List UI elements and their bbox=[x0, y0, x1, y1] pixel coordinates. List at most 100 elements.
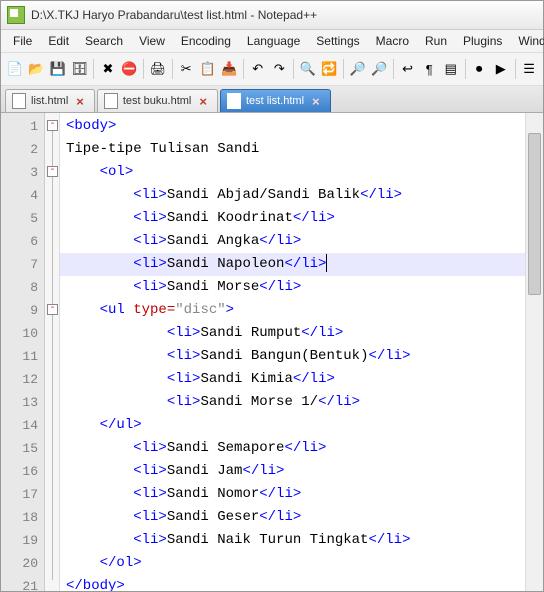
code-line[interactable]: <li>Sandi Angka</li> bbox=[66, 230, 525, 253]
vertical-scrollbar[interactable] bbox=[525, 113, 543, 591]
code-line[interactable]: <li>Sandi Jam</li> bbox=[66, 460, 525, 483]
line-number: 3 bbox=[1, 161, 38, 184]
zoom-in-button[interactable]: 🔎 bbox=[348, 57, 368, 81]
menu-view[interactable]: View bbox=[131, 32, 173, 50]
code-line[interactable]: <li>Sandi Koodrinat</li> bbox=[66, 207, 525, 230]
tab-label: test buku.html bbox=[123, 95, 191, 107]
app-icon bbox=[7, 6, 25, 24]
code-line[interactable]: Tipe-tipe Tulisan Sandi bbox=[66, 138, 525, 161]
open-file-button[interactable]: 📂 bbox=[27, 57, 47, 81]
code-line[interactable]: <ul type="disc"> bbox=[66, 299, 525, 322]
line-number: 11 bbox=[1, 345, 38, 368]
tab-bar: list.html×test buku.html×test list.html× bbox=[1, 86, 543, 113]
redo-button[interactable]: ↷ bbox=[270, 57, 290, 81]
code-line[interactable]: </ol> bbox=[66, 552, 525, 575]
menu-search[interactable]: Search bbox=[77, 32, 131, 50]
code-line[interactable]: </body> bbox=[66, 575, 525, 591]
scrollbar-thumb[interactable] bbox=[528, 133, 541, 295]
menu-settings[interactable]: Settings bbox=[308, 32, 367, 50]
code-line[interactable]: <li>Sandi Geser</li> bbox=[66, 506, 525, 529]
code-line[interactable]: <li>Sandi Nomor</li> bbox=[66, 483, 525, 506]
close-button[interactable]: ✖ bbox=[98, 57, 118, 81]
menu-file[interactable]: File bbox=[5, 32, 40, 50]
line-number-gutter[interactable]: 123456789101112131415161718192021 bbox=[1, 113, 45, 591]
tab-test-list.html[interactable]: test list.html× bbox=[220, 89, 331, 112]
code-line[interactable]: <li>Sandi Semapore</li> bbox=[66, 437, 525, 460]
redo-icon: ↷ bbox=[274, 61, 285, 77]
paste-icon: 📥 bbox=[221, 61, 237, 77]
line-number: 19 bbox=[1, 529, 38, 552]
replace-icon: 🔁 bbox=[321, 61, 337, 77]
toolbar-separator bbox=[293, 59, 294, 79]
menu-window[interactable]: Window bbox=[510, 32, 544, 50]
close-all-button[interactable]: ⛔ bbox=[120, 57, 140, 81]
undo-icon: ↶ bbox=[252, 61, 263, 77]
copy-button[interactable]: 📋 bbox=[198, 57, 218, 81]
line-number: 21 bbox=[1, 575, 38, 591]
replace-button[interactable]: 🔁 bbox=[320, 57, 340, 81]
menu-run[interactable]: Run bbox=[417, 32, 455, 50]
cut-button[interactable]: ✂ bbox=[176, 57, 196, 81]
code-line[interactable]: <li>Sandi Bangun(Bentuk)</li> bbox=[66, 345, 525, 368]
new-file-button[interactable]: 📄 bbox=[5, 57, 25, 81]
macro-play-button[interactable]: ▶ bbox=[491, 57, 511, 81]
line-number: 7 bbox=[1, 253, 38, 276]
save-button[interactable]: 💾 bbox=[48, 57, 68, 81]
menu-encoding[interactable]: Encoding bbox=[173, 32, 239, 50]
toolbar-separator bbox=[243, 59, 244, 79]
title-bar[interactable]: D:\X.TKJ Haryo Prabandaru\test list.html… bbox=[1, 1, 543, 30]
line-number: 18 bbox=[1, 506, 38, 529]
print-button[interactable]: 🖨 bbox=[148, 57, 168, 81]
save-icon: 💾 bbox=[50, 61, 66, 77]
line-number: 6 bbox=[1, 230, 38, 253]
copy-icon: 📋 bbox=[200, 61, 216, 77]
code-text-area[interactable]: <body>Tipe-tipe Tulisan Sandi <ol> <li>S… bbox=[60, 113, 525, 591]
close-icon: ✖ bbox=[102, 61, 113, 77]
show-all-button[interactable]: ¶ bbox=[419, 57, 439, 81]
close-icon[interactable]: × bbox=[76, 94, 84, 109]
paste-button[interactable]: 📥 bbox=[220, 57, 240, 81]
word-wrap-button[interactable]: ↩ bbox=[398, 57, 418, 81]
fold-toggle[interactable]: - bbox=[47, 166, 58, 177]
line-number: 10 bbox=[1, 322, 38, 345]
code-line[interactable]: <li>Sandi Abjad/Sandi Balik</li> bbox=[66, 184, 525, 207]
tab-test-buku.html[interactable]: test buku.html × bbox=[97, 89, 218, 112]
code-line[interactable]: <li>Sandi Kimia</li> bbox=[66, 368, 525, 391]
tab-label: list.html bbox=[31, 95, 68, 107]
menu-edit[interactable]: Edit bbox=[40, 32, 77, 50]
zoom-out-icon: 🔎 bbox=[371, 61, 387, 77]
fold-toggle[interactable]: - bbox=[47, 304, 58, 315]
word-wrap-icon: ↩ bbox=[402, 61, 413, 77]
close-icon[interactable]: × bbox=[199, 94, 207, 109]
editor-area: 123456789101112131415161718192021 --- <b… bbox=[1, 113, 543, 591]
close-icon[interactable]: × bbox=[312, 94, 320, 109]
find-button[interactable]: 🔍 bbox=[298, 57, 318, 81]
menu-macro[interactable]: Macro bbox=[368, 32, 417, 50]
fold-margin[interactable]: - - - bbox=[45, 113, 60, 591]
line-number: 13 bbox=[1, 391, 38, 414]
code-line[interactable]: </ul> bbox=[66, 414, 525, 437]
menu-plugins[interactable]: Plugins bbox=[455, 32, 510, 50]
toolbar-separator bbox=[172, 59, 173, 79]
new-file-icon: 📄 bbox=[7, 61, 23, 77]
code-line[interactable]: <body> bbox=[66, 115, 525, 138]
code-line[interactable]: <li>Sandi Napoleon</li> bbox=[66, 253, 525, 276]
fold-toggle[interactable]: - bbox=[47, 120, 58, 131]
line-number: 2 bbox=[1, 138, 38, 161]
indent-guide-button[interactable]: ▤ bbox=[441, 57, 461, 81]
toolbar-separator bbox=[465, 59, 466, 79]
save-all-button[interactable]: 🗄 bbox=[70, 57, 90, 81]
doc-map-button[interactable]: ☰ bbox=[519, 57, 539, 81]
code-line[interactable]: <li>Sandi Rumput</li> bbox=[66, 322, 525, 345]
macro-rec-button[interactable]: ⏺ bbox=[469, 57, 489, 81]
code-line[interactable]: <li>Sandi Morse</li> bbox=[66, 276, 525, 299]
undo-button[interactable]: ↶ bbox=[248, 57, 268, 81]
show-all-icon: ¶ bbox=[426, 62, 433, 77]
tab-list.html[interactable]: list.html × bbox=[5, 89, 95, 112]
code-line[interactable]: <li>Sandi Morse 1/</li> bbox=[66, 391, 525, 414]
code-line[interactable]: <li>Sandi Naik Turun Tingkat</li> bbox=[66, 529, 525, 552]
code-line[interactable]: <ol> bbox=[66, 161, 525, 184]
zoom-out-button[interactable]: 🔎 bbox=[369, 57, 389, 81]
file-icon bbox=[104, 93, 118, 109]
menu-language[interactable]: Language bbox=[239, 32, 308, 50]
